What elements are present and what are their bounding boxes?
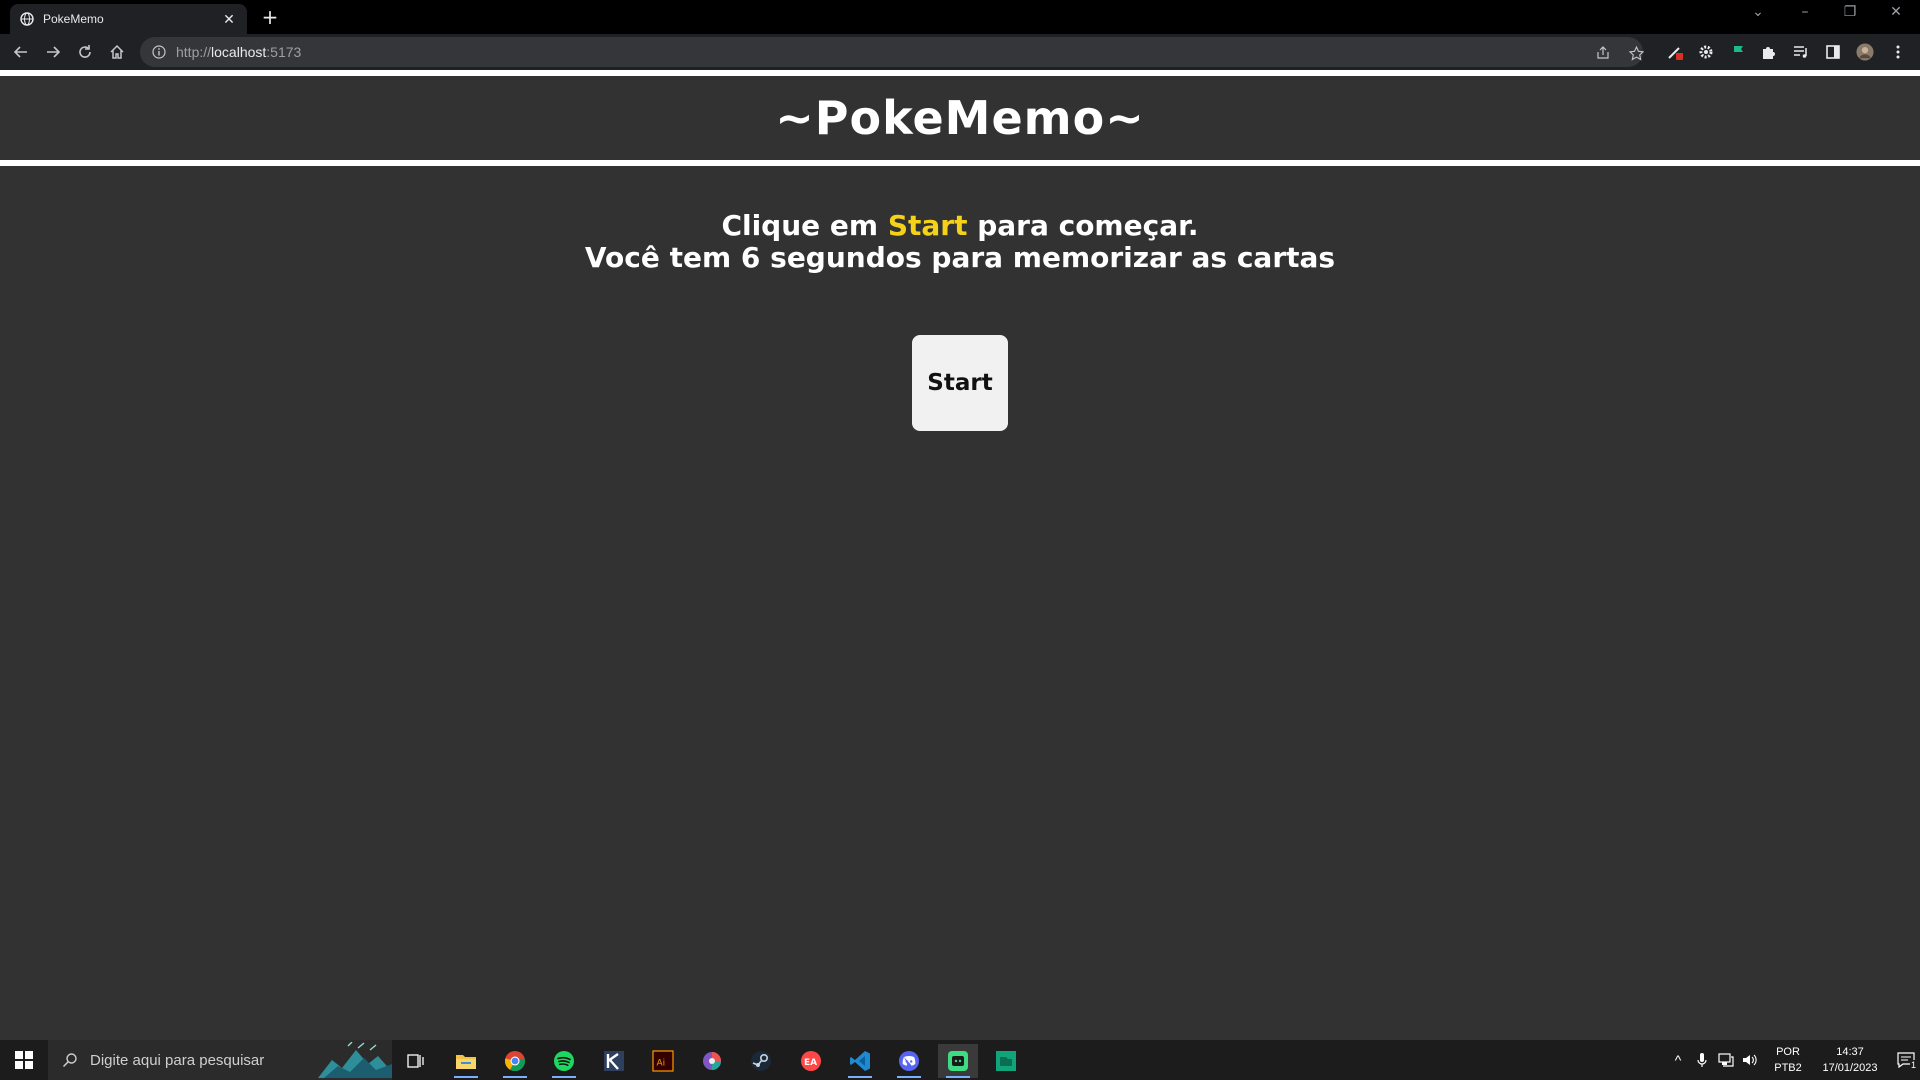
reload-button[interactable] xyxy=(73,40,97,64)
system-tray: ^ POR PTB2 14:37 17/01/2023 1 xyxy=(1666,1040,1920,1080)
minimize-icon[interactable]: – xyxy=(1793,4,1817,20)
app-icon[interactable] xyxy=(986,1044,1026,1078)
browser-tab[interactable]: PokeMemo ✕ xyxy=(10,4,247,34)
krita-icon[interactable] xyxy=(594,1044,634,1078)
app-title: ~PokeMemo~ xyxy=(775,91,1145,145)
running-indicator xyxy=(454,1076,478,1078)
language-code: POR xyxy=(1776,1046,1800,1058)
file-explorer-icon[interactable] xyxy=(446,1044,486,1078)
app-page: ~PokeMemo~ Clique em Start para começar.… xyxy=(0,70,1920,1040)
back-button[interactable] xyxy=(9,40,33,64)
pen-extension-icon[interactable] xyxy=(1666,43,1684,61)
clock-date: 17/01/2023 xyxy=(1822,1062,1878,1074)
media-control-icon[interactable] xyxy=(1792,43,1810,61)
notification-center-button[interactable]: 1 xyxy=(1886,1052,1920,1070)
ea-icon[interactable]: EA xyxy=(791,1044,831,1078)
language-indicator[interactable]: POR PTB2 xyxy=(1768,1044,1808,1076)
search-icon xyxy=(62,1052,78,1068)
chevron-up-icon[interactable]: ^ xyxy=(1666,1052,1690,1068)
header-divider-bottom xyxy=(0,160,1920,166)
windows-start-button[interactable] xyxy=(0,1040,48,1080)
home-icon xyxy=(110,44,124,59)
url-scheme: http:// xyxy=(176,44,212,60)
instruction-line-1: Clique em Start para começar. xyxy=(0,210,1920,242)
svg-text:EA: EA xyxy=(804,1058,817,1068)
gear-extension-icon[interactable] xyxy=(1697,43,1715,61)
address-bar[interactable]: http://localhost:5173 xyxy=(140,37,1644,67)
window-close-icon[interactable]: ✕ xyxy=(1884,4,1908,20)
puzzle-icon[interactable] xyxy=(1760,43,1778,61)
search-placeholder: Digite aqui para pesquisar xyxy=(90,1051,265,1069)
discord-icon[interactable] xyxy=(889,1044,929,1078)
spotify-icon[interactable] xyxy=(544,1044,584,1078)
network-icon[interactable] xyxy=(1714,1053,1738,1067)
side-panel-icon[interactable] xyxy=(1824,43,1842,61)
app-header: ~PokeMemo~ xyxy=(0,76,1920,160)
start-button[interactable]: Start xyxy=(912,335,1008,431)
windows-logo-icon xyxy=(15,1051,33,1069)
flag-extension-icon[interactable] xyxy=(1729,43,1747,61)
chrome-icon[interactable] xyxy=(495,1044,535,1078)
tab-title: PokeMemo xyxy=(43,12,104,26)
steam-icon[interactable] xyxy=(741,1044,781,1078)
forward-button[interactable] xyxy=(41,40,65,64)
android-studio-icon[interactable] xyxy=(938,1044,978,1078)
clock-time: 14:37 xyxy=(1836,1046,1864,1058)
vscode-icon[interactable] xyxy=(840,1044,880,1078)
kebab-menu-icon[interactable] xyxy=(1889,43,1907,61)
close-icon[interactable]: ✕ xyxy=(221,11,237,28)
browser-tab-bar: PokeMemo ✕ + ⌄ – ❐ ✕ xyxy=(0,0,1920,34)
profile-avatar[interactable] xyxy=(1856,43,1874,61)
taskbar-search-input[interactable]: Digite aqui para pesquisar xyxy=(48,1040,392,1080)
clock[interactable]: 14:37 17/01/2023 xyxy=(1814,1044,1886,1076)
windows-taskbar: Digite aqui para pesquisar Ai EA ^ POR P… xyxy=(0,1040,1920,1080)
instruction-prefix: Clique em xyxy=(721,209,888,242)
browser-toolbar: http://localhost:5173 xyxy=(0,34,1920,70)
arrow-left-icon xyxy=(13,46,27,58)
running-indicator xyxy=(552,1076,576,1078)
instruction-suffix: para começar. xyxy=(967,209,1199,242)
running-indicator xyxy=(897,1076,921,1078)
volume-icon[interactable] xyxy=(1738,1053,1762,1067)
share-icon[interactable] xyxy=(1595,45,1611,61)
chevron-down-icon[interactable]: ⌄ xyxy=(1746,4,1770,20)
running-indicator xyxy=(946,1076,970,1078)
running-indicator xyxy=(503,1076,527,1078)
instruction-line-2: Você tem 6 segundos para memorizar as ca… xyxy=(584,241,1336,274)
url-port: :5173 xyxy=(266,44,302,60)
svg-text:Ai: Ai xyxy=(657,1059,666,1069)
search-highlight-illustration xyxy=(318,1042,392,1078)
instructions: Clique em Start para começar. Você tem 6… xyxy=(0,210,1920,274)
notification-count: 1 xyxy=(1909,1060,1917,1070)
bookmark-star-icon[interactable] xyxy=(1628,45,1644,61)
running-indicator xyxy=(848,1076,872,1078)
keyboard-layout: PTB2 xyxy=(1774,1062,1802,1074)
reload-icon xyxy=(79,45,91,58)
browser-icon[interactable] xyxy=(692,1044,732,1078)
info-icon[interactable] xyxy=(152,45,166,59)
arrow-right-icon xyxy=(47,46,61,58)
instruction-highlight: Start xyxy=(887,209,968,242)
url-host: localhost xyxy=(211,44,267,60)
globe-icon xyxy=(20,12,34,26)
microphone-icon[interactable] xyxy=(1690,1052,1714,1068)
illustrator-icon[interactable]: Ai xyxy=(643,1044,683,1078)
new-tab-button[interactable]: + xyxy=(258,6,282,30)
restore-icon[interactable]: ❐ xyxy=(1838,4,1862,20)
task-view-icon[interactable] xyxy=(396,1044,436,1078)
home-button[interactable] xyxy=(105,40,129,64)
